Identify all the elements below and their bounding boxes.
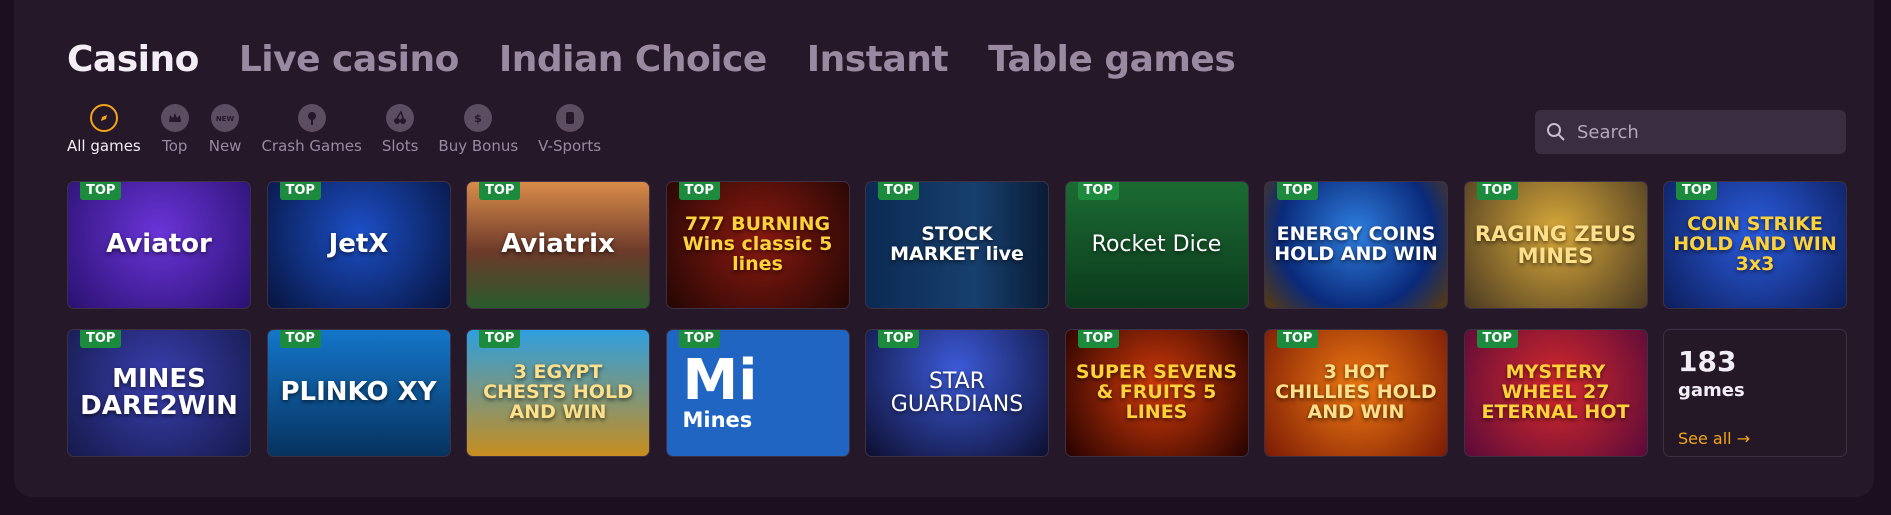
see-all-card[interactable]: 183 games See all → — [1663, 329, 1847, 457]
see-all-link[interactable]: See all → — [1678, 429, 1750, 448]
top-badge: TOP — [80, 330, 122, 348]
tab-casino[interactable]: Casino — [67, 34, 199, 86]
category-label: Slots — [381, 137, 419, 155]
top-badge: TOP — [678, 182, 720, 200]
crown-icon — [160, 104, 189, 132]
category-crash-games[interactable]: Crash Games — [261, 104, 362, 155]
category-label: New — [208, 137, 242, 155]
game-title: PLINKO XY — [280, 377, 437, 408]
game-title: Rocket Dice — [1091, 232, 1222, 258]
top-badge: TOP — [1476, 182, 1518, 200]
game-card-plinko-xy[interactable]: TOP PLINKO XY — [266, 329, 451, 457]
new-badge-icon: NEW — [211, 104, 240, 132]
top-badge: TOP — [1077, 330, 1119, 348]
cherry-icon — [386, 104, 415, 132]
top-badge: TOP — [1676, 182, 1718, 200]
game-card-energy-coins[interactable]: TOP ENERGY COINS HOLD AND WIN — [1264, 181, 1448, 309]
money-bag-icon: $ — [464, 104, 493, 132]
game-card-raging-zeus-mines[interactable]: TOP RAGING ZEUS MINES — [1463, 181, 1648, 309]
top-badge: TOP — [1476, 330, 1518, 348]
game-card-star-guardians[interactable]: TOP STAR GUARDIANS — [865, 329, 1049, 457]
game-card-aviatrix[interactable]: TOP Aviatrix — [466, 181, 650, 309]
game-card-aviator[interactable]: TOP Aviator — [67, 181, 251, 309]
games-panel: Casino Live casino Indian Choice Instant… — [14, 0, 1874, 497]
game-title: 3 HOT CHILLIES HOLD AND WIN — [1275, 361, 1437, 423]
game-title: 3 EGYPT CHESTS HOLD AND WIN — [483, 361, 633, 423]
game-title: Mi Mines — [667, 348, 758, 433]
game-card-burning-wins[interactable]: TOP 777 BURNING Wins classic 5 lines — [665, 181, 850, 309]
game-card-eternal-hot[interactable]: TOP MYSTERY WHEEL 27 ETERNAL HOT — [1463, 329, 1648, 457]
category-new[interactable]: NEW New — [208, 104, 242, 155]
game-title: 777 BURNING Wins classic 5 lines — [682, 213, 833, 275]
game-card-mines[interactable]: TOP Mi Mines — [665, 329, 850, 457]
category-slots[interactable]: Slots — [381, 104, 419, 155]
top-badge: TOP — [80, 182, 122, 200]
search-input[interactable] — [1575, 120, 1829, 144]
category-label: Crash Games — [261, 137, 362, 155]
games-count: 183 — [1678, 345, 1737, 378]
search-box[interactable] — [1535, 110, 1846, 154]
game-title-full: Mines — [682, 408, 753, 432]
game-title: MYSTERY WHEEL 27 ETERNAL HOT — [1481, 361, 1630, 423]
top-badge: TOP — [878, 182, 920, 200]
category-all-games[interactable]: All games — [67, 104, 141, 155]
top-badge: TOP — [279, 330, 321, 348]
game-title: Aviator — [106, 229, 212, 260]
explosion-icon — [297, 104, 326, 132]
category-top[interactable]: Top — [160, 104, 189, 155]
game-card-stock-market[interactable]: TOP STOCK MARKET live — [865, 181, 1049, 309]
game-title: SUPER SEVENS & FRUITS 5 LINES — [1075, 361, 1238, 423]
tab-indian-choice[interactable]: Indian Choice — [499, 34, 767, 86]
category-label: Buy Bonus — [438, 137, 519, 155]
game-title: STOCK MARKET live — [890, 223, 1024, 265]
game-card-mines-dare2win[interactable]: TOP MINES DARE2WIN — [67, 329, 251, 457]
svg-text:NEW: NEW — [216, 115, 235, 123]
game-title: STAR GUARDIANS — [890, 368, 1024, 417]
game-title: Aviatrix — [501, 229, 615, 260]
search-icon — [1547, 123, 1565, 141]
game-card-super-sevens[interactable]: TOP SUPER SEVENS & FRUITS 5 LINES — [1064, 329, 1249, 457]
top-badge: TOP — [1277, 330, 1319, 348]
game-card-coin-strike[interactable]: TOP COIN STRIKE HOLD AND WIN 3x3 — [1663, 181, 1847, 309]
top-badge: TOP — [1077, 182, 1119, 200]
game-title: ENERGY COINS HOLD AND WIN — [1274, 223, 1438, 265]
game-title: COIN STRIKE HOLD AND WIN 3x3 — [1673, 213, 1837, 275]
tab-table-games[interactable]: Table games — [988, 34, 1236, 86]
category-label: V-Sports — [538, 137, 602, 155]
top-badge: TOP — [279, 182, 321, 200]
top-badge: TOP — [878, 330, 920, 348]
tab-instant[interactable]: Instant — [807, 34, 949, 86]
top-badge: TOP — [479, 330, 521, 348]
category-filter: All games Top NEW New Crash Games Slots — [67, 104, 601, 155]
section-tabs: Casino Live casino Indian Choice Instant… — [67, 34, 1236, 86]
top-badge: TOP — [1277, 182, 1319, 200]
game-title: RAGING ZEUS MINES — [1474, 221, 1637, 268]
game-title: MINES DARE2WIN — [80, 363, 238, 421]
games-count-unit: games — [1678, 380, 1745, 401]
tab-live-casino[interactable]: Live casino — [239, 34, 459, 86]
game-card-3-hot-chillies[interactable]: TOP 3 HOT CHILLIES HOLD AND WIN — [1264, 329, 1448, 457]
games-grid: TOP Aviator TOP JetX TOP Aviatrix TOP 77… — [67, 181, 1847, 457]
category-buy-bonus[interactable]: $ Buy Bonus — [438, 104, 518, 155]
category-label: Top — [162, 137, 188, 155]
game-title-abbr: Mi — [682, 348, 758, 413]
sports-icon — [555, 104, 584, 132]
top-badge: TOP — [479, 182, 521, 200]
game-card-egypt-chests[interactable]: TOP 3 EGYPT CHESTS HOLD AND WIN — [466, 329, 650, 457]
category-label: All games — [67, 137, 141, 155]
compass-icon — [89, 104, 118, 132]
category-v-sports[interactable]: V-Sports — [538, 104, 601, 155]
game-card-jetx[interactable]: TOP JetX — [266, 181, 451, 309]
top-badge: TOP — [678, 330, 720, 348]
svg-text:$: $ — [474, 112, 482, 125]
game-title: JetX — [328, 229, 389, 260]
game-card-rocket-dice[interactable]: TOP Rocket Dice — [1064, 181, 1249, 309]
